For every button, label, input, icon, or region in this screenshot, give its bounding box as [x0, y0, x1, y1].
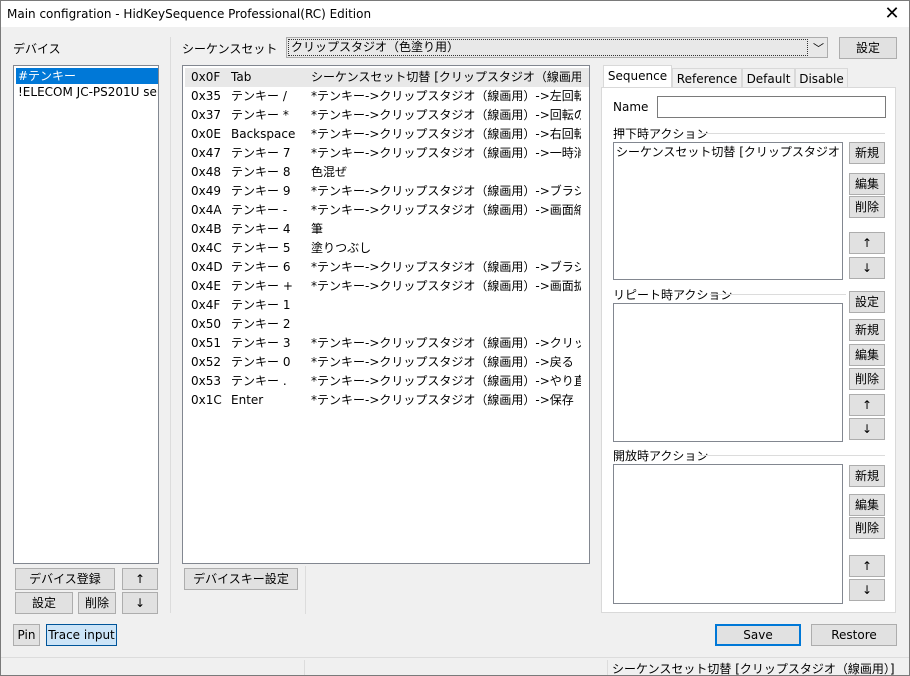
table-row[interactable]: 0x47 テンキー 7 *テンキー->クリップスタジオ（線画用）->一時消... — [185, 144, 589, 163]
pin-button[interactable]: Pin — [13, 624, 40, 646]
tab-sequence[interactable]: Sequence — [603, 65, 672, 88]
tab-reference[interactable]: Reference — [672, 68, 742, 88]
sequence-set-value: クリップスタジオ（色塗り用） — [291, 40, 460, 54]
table-row[interactable]: 0x51テンキー 3*テンキー->クリップスタジオ（線画用）->クリックで... — [185, 334, 589, 353]
table-row[interactable]: 0x1C Enter *テンキー->クリップスタジオ（線画用）->保存 — [185, 391, 589, 410]
status-bar: シーケンスセット切替 [クリップスタジオ（線画用）] — [1, 657, 909, 676]
trace-input-button[interactable]: Trace input — [46, 624, 117, 646]
device-up-button[interactable]: ↑ — [122, 568, 158, 590]
device-key-settings-button[interactable]: デバイスキー設定 — [184, 568, 298, 590]
splitter[interactable] — [170, 37, 171, 613]
device-label: デバイス — [13, 42, 61, 56]
device-down-button[interactable]: ↓ — [122, 592, 158, 614]
window-title: Main configration - HidKeySequence Profe… — [7, 7, 372, 21]
sequence-tab-panel: Name 押下時アクション シーケンスセット切替 [クリップスタジオ（線画用）]… — [601, 87, 896, 613]
sequence-set-select[interactable]: クリップスタジオ（色塗り用） ﹀ — [286, 37, 828, 58]
list-item[interactable]: シーケンスセット切替 [クリップスタジオ（線画用）] — [616, 144, 842, 160]
table-row[interactable]: 0x0E Backspace *テンキー->クリップスタジオ（線画用）->右回転 — [185, 125, 589, 144]
device-item[interactable]: #テンキー — [16, 68, 158, 84]
main-window: Main configration - HidKeySequence Profe… — [0, 0, 910, 676]
tab-disable[interactable]: Disable — [795, 68, 848, 88]
press-delete-button[interactable]: 削除 — [849, 196, 885, 218]
table-row[interactable]: 0x4A テンキー - *テンキー->クリップスタジオ（線画用）->画面縮小 — [185, 201, 589, 220]
release-new-button[interactable]: 新規 — [849, 465, 885, 487]
release-down-button[interactable]: ↓ — [849, 579, 885, 601]
press-edit-button[interactable]: 編集 — [849, 173, 885, 195]
release-actions-label: 開放時アクション — [613, 449, 709, 463]
device-list[interactable]: #テンキー !ELECOM JC-PS201U ser — [13, 65, 159, 564]
status-text: シーケンスセット切替 [クリップスタジオ（線画用）] — [612, 662, 895, 676]
device-item[interactable]: !ELECOM JC-PS201U ser — [16, 84, 158, 100]
repeat-actions-list[interactable] — [613, 303, 843, 442]
table-row[interactable]: 0x50 テンキー 2 — [185, 315, 589, 334]
repeat-edit-button[interactable]: 編集 — [849, 344, 885, 366]
table-row[interactable]: 0x4D テンキー 6 *テンキー->クリップスタジオ（線画用）->ブラシ拡大 — [185, 258, 589, 277]
table-row[interactable]: 0x4B テンキー 4筆 — [185, 220, 589, 239]
repeat-delete-button[interactable]: 削除 — [849, 368, 885, 390]
device-register-button[interactable]: デバイス登録 — [15, 568, 115, 590]
repeat-down-button[interactable]: ↓ — [849, 418, 885, 440]
sequence-set-settings-button[interactable]: 設定 — [839, 37, 897, 59]
tab-default[interactable]: Default — [742, 68, 795, 88]
table-row[interactable]: 0x0F Tab シーケンスセット切替 [クリップスタジオ（線画用）] — [185, 68, 589, 87]
chevron-down-icon[interactable]: ﹀ — [813, 40, 824, 56]
device-delete-button[interactable]: 削除 — [78, 592, 116, 614]
release-edit-button[interactable]: 編集 — [849, 494, 885, 516]
name-label: Name — [613, 100, 649, 114]
key-list[interactable]: 0x0F Tab シーケンスセット切替 [クリップスタジオ（線画用）] 0x35 テン… — [182, 65, 590, 564]
table-row[interactable]: 0x52 テンキー 0 *テンキー->クリップスタジオ（線画用）->戻る — [185, 353, 589, 372]
name-input[interactable] — [657, 96, 886, 118]
press-new-button[interactable]: 新規 — [849, 142, 885, 164]
table-row[interactable]: 0x4C テンキー 5 塗りつぶし — [185, 239, 589, 258]
table-row[interactable]: 0x53 テンキー . *テンキー->クリップスタジオ（線画用）->やり直す — [185, 372, 589, 391]
title-bar: Main configration - HidKeySequence Profe… — [1, 1, 909, 27]
device-settings-button[interactable]: 設定 — [15, 592, 73, 614]
repeat-up-button[interactable]: ↑ — [849, 394, 885, 416]
table-row[interactable]: 0x48 テンキー 8 色混ぜ — [185, 163, 589, 182]
release-actions-list[interactable] — [613, 464, 843, 604]
table-row[interactable]: 0x49 テンキー 9 *テンキー->クリップスタジオ（線画用）->ブラシ縮小 — [185, 182, 589, 201]
press-up-button[interactable]: ↑ — [849, 232, 885, 254]
repeat-new-button[interactable]: 新規 — [849, 319, 885, 341]
restore-button[interactable]: Restore — [811, 624, 897, 646]
press-actions-label: 押下時アクション — [613, 127, 709, 141]
table-row[interactable]: 0x4E テンキー + *テンキー->クリップスタジオ（線画用）->画面拡大 — [185, 277, 589, 296]
table-row[interactable]: 0x37 テンキー * *テンキー->クリップスタジオ（線画用）->回転のリ... — [185, 106, 589, 125]
release-delete-button[interactable]: 削除 — [849, 517, 885, 539]
repeat-settings-button[interactable]: 設定 — [849, 291, 885, 313]
close-icon[interactable]: ✕ — [881, 3, 903, 25]
splitter — [305, 566, 306, 614]
table-row[interactable]: 0x4F テンキー 1 — [185, 296, 589, 315]
press-actions-list[interactable]: シーケンスセット切替 [クリップスタジオ（線画用）] — [613, 142, 843, 280]
release-up-button[interactable]: ↑ — [849, 555, 885, 577]
save-button[interactable]: Save — [715, 624, 801, 646]
press-down-button[interactable]: ↓ — [849, 257, 885, 279]
table-row[interactable]: 0x35 テンキー / *テンキー->クリップスタジオ（線画用）->左回転 — [185, 87, 589, 106]
sequence-set-label: シーケンスセット — [182, 42, 278, 56]
